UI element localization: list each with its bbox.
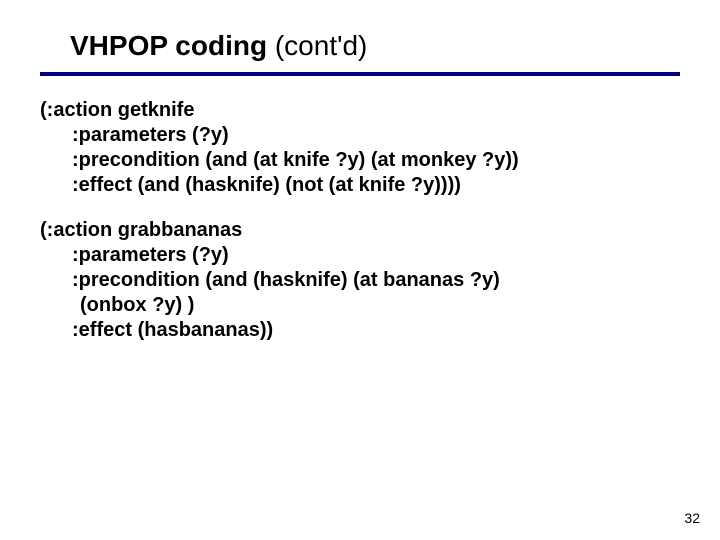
action-block-getknife: (:action getknife :parameters (?y) :prec… bbox=[40, 98, 680, 198]
page-number: 32 bbox=[684, 510, 700, 526]
action-block-grabbananas: (:action grabbananas :parameters (?y) :p… bbox=[40, 218, 680, 343]
code-line: :effect (hasbananas)) bbox=[40, 318, 680, 343]
code-line: :parameters (?y) bbox=[40, 243, 680, 268]
code-line: (onbox ?y) ) bbox=[40, 293, 680, 318]
code-line: :precondition (and (at knife ?y) (at mon… bbox=[40, 148, 680, 173]
code-line: :precondition (and (hasknife) (at banana… bbox=[40, 268, 680, 293]
title-rest: (cont'd) bbox=[267, 30, 367, 61]
code-line: :parameters (?y) bbox=[40, 123, 680, 148]
title-bold: VHPOP coding bbox=[70, 30, 267, 61]
code-line: (:action grabbananas bbox=[40, 218, 680, 243]
title-area: VHPOP coding (cont'd) bbox=[0, 0, 720, 62]
code-line: (:action getknife bbox=[40, 98, 680, 123]
slide-title: VHPOP coding (cont'd) bbox=[70, 30, 720, 62]
body-area: (:action getknife :parameters (?y) :prec… bbox=[0, 76, 720, 343]
code-line: :effect (and (hasknife) (not (at knife ?… bbox=[40, 173, 680, 198]
slide: VHPOP coding (cont'd) (:action getknife … bbox=[0, 0, 720, 540]
